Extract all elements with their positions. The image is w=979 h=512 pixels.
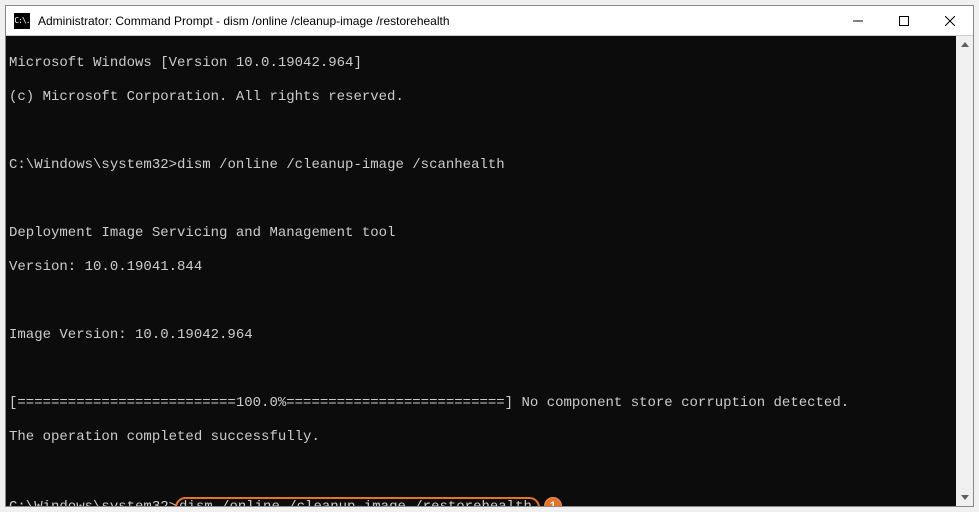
blank-line <box>9 463 971 480</box>
output-line: Microsoft Windows [Version 10.0.19042.96… <box>9 55 971 72</box>
output-line: (c) Microsoft Corporation. All rights re… <box>9 89 971 106</box>
command-line-highlighted: C:\Windows\system32>dism /online /cleanu… <box>9 497 971 506</box>
scrollbar[interactable] <box>956 36 973 506</box>
command-prompt-window: C:\. Administrator: Command Prompt - dis… <box>5 5 974 507</box>
window-controls <box>835 6 973 35</box>
blank-line <box>9 361 971 378</box>
output-line: Version: 10.0.19041.844 <box>9 259 971 276</box>
blank-line <box>9 191 971 208</box>
command-line: C:\Windows\system32>dism /online /cleanu… <box>9 157 971 174</box>
cmd-icon: C:\. <box>14 13 30 29</box>
prompt: C:\Windows\system32> <box>9 499 177 506</box>
command-text: dism /online /cleanup-image /scanhealth <box>177 157 505 173</box>
progress-line: [==========================100.0%=======… <box>9 395 971 412</box>
terminal-output[interactable]: Microsoft Windows [Version 10.0.19042.96… <box>6 36 973 506</box>
titlebar[interactable]: C:\. Administrator: Command Prompt - dis… <box>6 6 973 36</box>
annotation-badge: 1 <box>544 497 562 506</box>
blank-line <box>9 123 971 140</box>
minimize-button[interactable] <box>835 6 881 35</box>
prompt: C:\Windows\system32> <box>9 157 177 173</box>
highlighted-command: dism /online /cleanup-image /restoreheal… <box>175 497 540 506</box>
output-line: Deployment Image Servicing and Managemen… <box>9 225 971 242</box>
maximize-button[interactable] <box>881 6 927 35</box>
scrollbar-track[interactable] <box>956 53 973 489</box>
scroll-down-button[interactable] <box>956 489 973 506</box>
blank-line <box>9 293 971 310</box>
output-line: The operation completed successfully. <box>9 429 971 446</box>
scroll-up-button[interactable] <box>956 36 973 53</box>
window-title: Administrator: Command Prompt - dism /on… <box>38 14 835 28</box>
output-line: Image Version: 10.0.19042.964 <box>9 327 971 344</box>
close-button[interactable] <box>927 6 973 35</box>
